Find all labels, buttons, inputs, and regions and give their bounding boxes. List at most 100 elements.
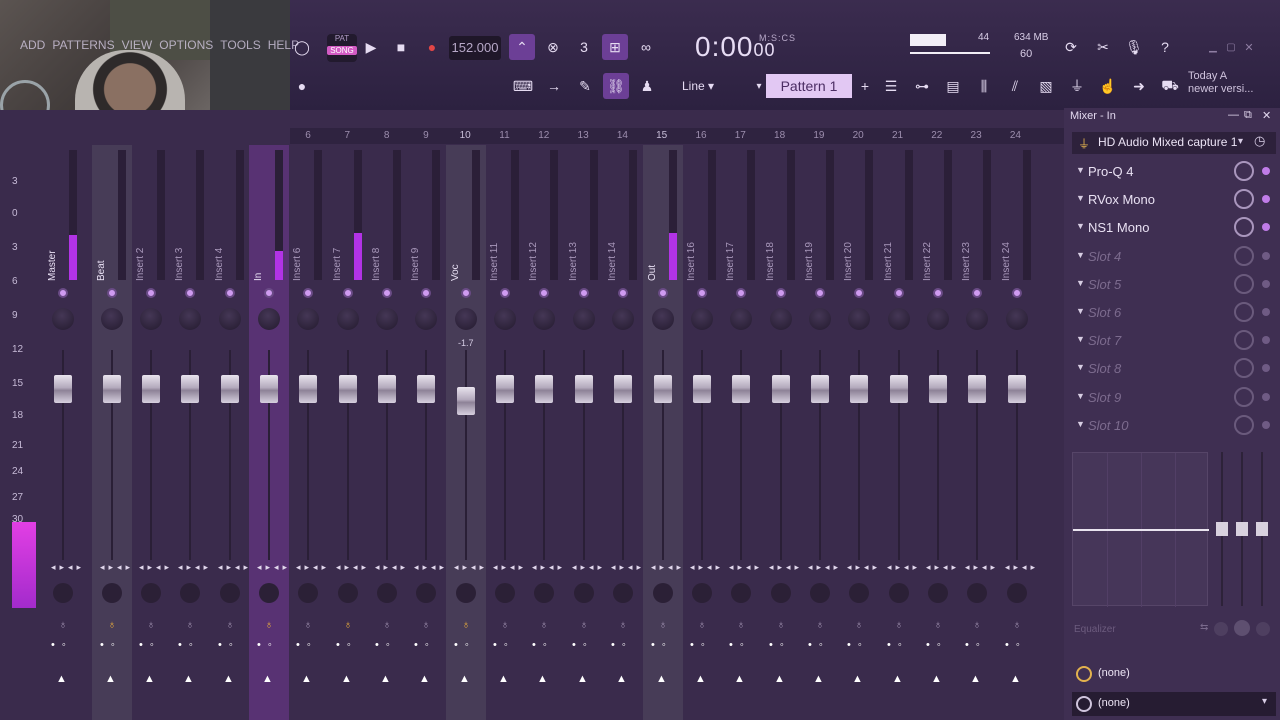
mixer-icon[interactable]: ⫼ — [971, 73, 997, 99]
stereo-separation-knob[interactable] — [967, 583, 987, 603]
track-enable-led[interactable] — [382, 288, 392, 298]
eq-knob-low[interactable] — [1214, 622, 1228, 636]
mixer-strip-insert-2[interactable]: Insert 2 ◂▸◂▸ ♁ •◦ ▲ — [131, 145, 171, 720]
swap-arrows-icon[interactable]: ◂▸◂▸ — [454, 562, 484, 573]
panel-minimize-icon[interactable]: — — [1228, 109, 1239, 121]
route-arrow-icon[interactable]: ▲ — [459, 673, 470, 685]
slot-mix-knob[interactable] — [1234, 358, 1254, 379]
slot-menu-icon[interactable]: ▼ — [1076, 193, 1085, 203]
mixer-strip-voc[interactable]: Voc ◂▸◂▸ ♁ •◦ ▲ — [446, 145, 486, 720]
track-enable-led[interactable] — [618, 288, 628, 298]
send-switch-icon[interactable]: •◦ — [1005, 639, 1031, 651]
track-enable-led[interactable] — [697, 288, 707, 298]
bulb-icon[interactable]: ♁ — [971, 619, 983, 631]
countdown-icon[interactable]: 3 — [571, 34, 597, 60]
track-name[interactable]: In — [253, 265, 267, 281]
send-switch-icon[interactable]: •◦ — [729, 639, 755, 651]
volume-fader[interactable] — [968, 375, 986, 403]
swap-arrows-icon[interactable]: ◂▸◂▸ — [887, 562, 917, 573]
mixer-strip-out[interactable]: Out ◂▸◂▸ ♁ •◦ ▲ — [643, 145, 683, 720]
bulb-icon[interactable]: ♁ — [538, 619, 550, 631]
touch-icon[interactable]: ☝ — [1095, 73, 1121, 99]
volume-fader[interactable] — [181, 375, 199, 403]
send-switch-icon[interactable]: •◦ — [296, 639, 322, 651]
help-icon[interactable]: ? — [1152, 34, 1178, 60]
pan-knob[interactable] — [888, 308, 910, 330]
mixer-strip-insert-21[interactable]: Insert 21 ◂▸◂▸ ♁ •◦ ▲ — [879, 145, 919, 720]
stereo-separation-knob[interactable] — [653, 583, 673, 603]
close-icon[interactable]: ✕ — [1236, 34, 1262, 60]
bulb-icon[interactable]: ♁ — [420, 619, 432, 631]
track-enable-led[interactable] — [185, 288, 195, 298]
microphone-icon[interactable]: 🎙 — [1121, 34, 1147, 60]
pan-knob[interactable] — [612, 308, 634, 330]
project-icon[interactable]: ▧ — [1033, 73, 1059, 99]
swap-arrows-icon[interactable]: ◂▸◂▸ — [532, 562, 562, 573]
wait-for-input-icon[interactable]: ⊗ — [540, 34, 566, 60]
send-switch-icon[interactable]: •◦ — [965, 639, 991, 651]
track-enable-led[interactable] — [225, 288, 235, 298]
track-name[interactable]: Insert 21 — [883, 242, 897, 281]
stereo-separation-knob[interactable] — [534, 583, 554, 603]
stereo-separation-knob[interactable] — [613, 583, 633, 603]
effect-slot[interactable]: ▼ Slot 7 — [1072, 328, 1276, 354]
track-enable-led[interactable] — [461, 288, 471, 298]
slot-menu-icon[interactable]: ▼ — [1076, 306, 1085, 316]
track-enable-led[interactable] — [539, 288, 549, 298]
volume-fader[interactable] — [850, 375, 868, 403]
route-arrow-icon[interactable]: ▲ — [577, 673, 588, 685]
pan-knob[interactable] — [219, 308, 241, 330]
send-switch-icon[interactable]: •◦ — [926, 639, 952, 651]
mixer-strip-insert-17[interactable]: Insert 17 ◂▸◂▸ ♁ •◦ ▲ — [721, 145, 761, 720]
volume-fader[interactable] — [614, 375, 632, 403]
panel-restore-icon[interactable]: ⧉ — [1244, 109, 1252, 122]
slot-menu-icon[interactable]: ▼ — [1076, 362, 1085, 372]
mixer-strip-insert-9[interactable]: Insert 9 ◂▸◂▸ ♁ •◦ ▲ — [406, 145, 446, 720]
eq-link-icon[interactable]: ⇆ — [1200, 622, 1208, 633]
send-switch-icon[interactable]: •◦ — [887, 639, 913, 651]
stereo-separation-knob[interactable] — [338, 583, 358, 603]
track-name[interactable]: Insert 13 — [568, 242, 582, 281]
mixer-strip-insert-3[interactable]: Insert 3 ◂▸◂▸ ♁ •◦ ▲ — [170, 145, 210, 720]
effect-slot[interactable]: ▼ RVox Mono — [1072, 187, 1276, 213]
route-arrow-icon[interactable]: ▲ — [892, 673, 903, 685]
send-switch-icon[interactable]: •◦ — [847, 639, 873, 651]
pan-knob[interactable] — [415, 308, 437, 330]
send-switch-icon[interactable]: •◦ — [808, 639, 834, 651]
send-switch-icon[interactable]: •◦ — [454, 639, 480, 651]
track-enable-led[interactable] — [854, 288, 864, 298]
volume-fader[interactable] — [103, 375, 121, 403]
swap-arrows-icon[interactable]: ◂▸◂▸ — [611, 562, 641, 573]
route-arrow-icon[interactable]: ▲ — [774, 673, 785, 685]
pan-knob[interactable] — [179, 308, 201, 330]
track-name[interactable]: Voc — [450, 264, 464, 281]
track-enable-led[interactable] — [500, 288, 510, 298]
stereo-separation-knob[interactable] — [298, 583, 318, 603]
track-enable-led[interactable] — [658, 288, 668, 298]
swap-arrows-icon[interactable]: ◂▸◂▸ — [218, 562, 248, 573]
time-display[interactable]: 0:0000 M:S:CS — [695, 31, 795, 63]
stereo-separation-knob[interactable] — [771, 583, 791, 603]
stereo-separation-knob[interactable] — [377, 583, 397, 603]
effect-slot[interactable]: ▼ Pro-Q 4 — [1072, 159, 1276, 185]
bulb-icon[interactable]: ♁ — [893, 619, 905, 631]
track-name[interactable]: Insert 12 — [528, 242, 542, 281]
slot-mix-knob[interactable] — [1234, 414, 1254, 435]
send-switch-icon[interactable]: •◦ — [493, 639, 519, 651]
panel-close-icon[interactable]: ✕ — [1262, 109, 1271, 122]
volume-fader[interactable] — [772, 375, 790, 403]
track-enable-led[interactable] — [972, 288, 982, 298]
swap-arrows-icon[interactable]: ◂▸◂▸ — [414, 562, 444, 573]
stereo-separation-knob[interactable] — [574, 583, 594, 603]
mixer-strip-insert-11[interactable]: Insert 11 ◂▸◂▸ ♁ •◦ ▲ — [485, 145, 525, 720]
step-edit-icon[interactable]: ⊞ — [602, 34, 628, 60]
slot-enable-led[interactable] — [1262, 308, 1270, 316]
pat-song-toggle[interactable]: PAT SONG — [327, 34, 357, 62]
slot-menu-icon[interactable]: ▼ — [1076, 165, 1085, 175]
track-name[interactable]: Insert 3 — [174, 248, 188, 281]
stereo-separation-knob[interactable] — [53, 583, 73, 603]
bulb-icon[interactable]: ♁ — [617, 619, 629, 631]
route-arrow-icon[interactable]: ▲ — [734, 673, 745, 685]
slot-enable-led[interactable] — [1262, 279, 1270, 288]
menu-item-options[interactable]: OPTIONS — [159, 38, 213, 52]
